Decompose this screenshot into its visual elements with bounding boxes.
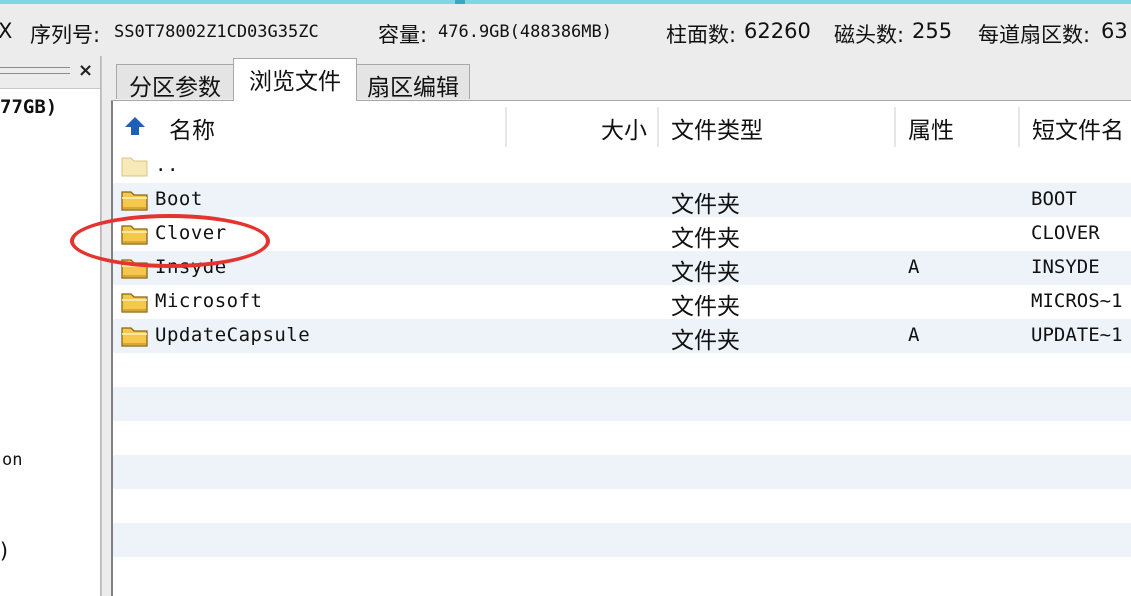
close-icon[interactable]: × xyxy=(78,60,93,81)
column-short[interactable]: 短文件名 xyxy=(1020,101,1131,149)
column-name[interactable]: 名称 xyxy=(113,101,507,149)
column-size[interactable]: 大小 xyxy=(507,101,659,149)
file-attr: A xyxy=(908,256,920,278)
cylinders-value: 62260 xyxy=(744,19,811,43)
column-attr-label: 属性 xyxy=(908,118,954,144)
file-row[interactable]: UpdateCapsule 文件夹 A UPDATE~1 xyxy=(113,319,1131,354)
heads-value: 255 xyxy=(912,19,953,43)
file-row[interactable]: Microsoft 文件夹 MICROS~1 xyxy=(113,285,1131,320)
file-short-name: UPDATE~1 xyxy=(1031,324,1123,346)
column-short-label: 短文件名 xyxy=(1032,118,1124,144)
disk-tree-panel[interactable]: × 77GB) on ) xyxy=(0,56,101,596)
info-left-fragment: X xyxy=(0,19,12,43)
empty-row xyxy=(113,455,1131,489)
file-type: 文件夹 xyxy=(671,294,740,320)
highlight-circle-annotation xyxy=(70,214,270,268)
heads-label: 磁头数: xyxy=(834,23,905,47)
file-short-name: MICROS~1 xyxy=(1031,290,1123,312)
sectors-value: 63 xyxy=(1101,19,1128,43)
empty-row xyxy=(113,387,1131,421)
capacity-value: 476.9GB(488386MB) xyxy=(438,22,612,42)
sectors-label: 每道扇区数: xyxy=(978,23,1091,47)
folder-icon xyxy=(121,327,148,347)
panel-header: × xyxy=(0,56,100,89)
column-type-label: 文件类型 xyxy=(671,118,763,144)
main-pane: 分区参数 浏览文件 扇区编辑 名称 大小 文件类型 属性 短文件名 .. Boo… xyxy=(111,56,1131,596)
file-attr: A xyxy=(908,324,920,346)
sort-up-icon[interactable] xyxy=(124,116,146,136)
file-name: .. xyxy=(155,154,179,176)
panel-grip-line[interactable] xyxy=(0,67,70,68)
serial-label: 序列号: xyxy=(30,23,101,47)
capacity-label: 容量: xyxy=(378,23,428,47)
empty-row xyxy=(113,353,1131,387)
empty-row xyxy=(113,489,1131,523)
tree-paren-fragment: ) xyxy=(0,539,11,563)
tab-strip: 分区参数 浏览文件 扇区编辑 xyxy=(111,56,1131,101)
column-name-label: 名称 xyxy=(169,118,215,144)
folder-icon xyxy=(121,293,148,313)
empty-row xyxy=(113,421,1131,455)
file-short-name: INSYDE xyxy=(1031,256,1100,278)
file-name: Microsoft xyxy=(155,290,263,312)
column-attr[interactable]: 属性 xyxy=(896,101,1020,149)
column-header-row: 名称 大小 文件类型 属性 短文件名 xyxy=(113,101,1131,150)
file-type: 文件夹 xyxy=(671,226,740,252)
folder-icon xyxy=(121,191,148,211)
file-row[interactable]: Insyde 文件夹 A INSYDE xyxy=(113,251,1131,286)
empty-row xyxy=(113,557,1131,591)
file-type: 文件夹 xyxy=(671,192,740,218)
file-row[interactable]: .. xyxy=(113,149,1131,183)
empty-row xyxy=(113,523,1131,557)
folder-open-icon xyxy=(121,157,148,177)
file-name: UpdateCapsule xyxy=(155,324,311,346)
tab-partition-params[interactable]: 分区参数 xyxy=(116,64,234,101)
tab-sector-editor[interactable]: 扇区编辑 xyxy=(356,64,470,101)
file-type: 文件夹 xyxy=(671,260,740,286)
tab-browse-files[interactable]: 浏览文件 xyxy=(233,58,357,101)
column-size-label: 大小 xyxy=(601,118,647,144)
file-list[interactable]: 名称 大小 文件类型 属性 短文件名 .. Boot 文件夹 BOOT Clover 文件… xyxy=(111,101,1131,596)
file-type: 文件夹 xyxy=(671,328,740,354)
tree-on-fragment[interactable]: on xyxy=(2,450,22,470)
panel-grip-line[interactable] xyxy=(0,73,70,74)
file-short-name: CLOVER xyxy=(1031,222,1100,244)
serial-value: SS0T78002Z1CD03G35ZC xyxy=(114,22,319,42)
file-name: Boot xyxy=(155,188,203,210)
file-row[interactable]: Boot 文件夹 BOOT xyxy=(113,183,1131,218)
disk-info-bar: X 序列号: SS0T78002Z1CD03G35ZC 容量: 476.9GB(… xyxy=(0,4,1131,57)
column-type[interactable]: 文件类型 xyxy=(659,101,896,149)
cylinders-label: 柱面数: xyxy=(666,23,737,47)
file-short-name: BOOT xyxy=(1031,188,1077,210)
tree-size-fragment[interactable]: 77GB) xyxy=(0,96,57,118)
